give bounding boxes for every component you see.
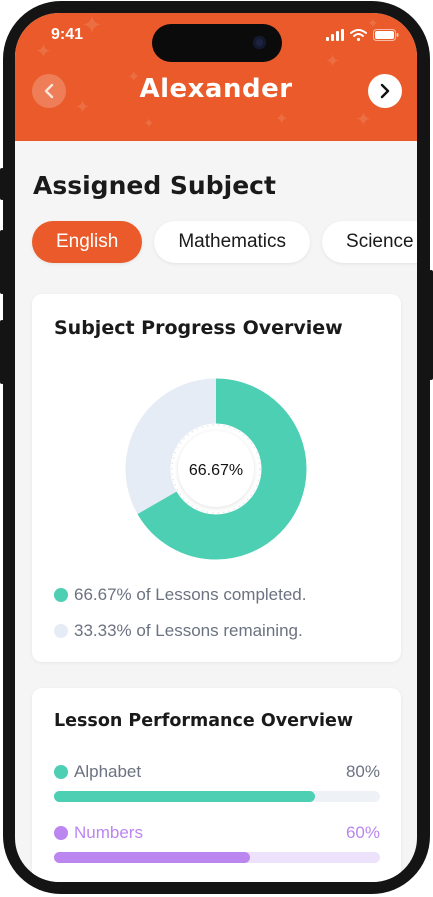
lesson-percent: 80% [345,762,380,781]
tab-english[interactable]: English [32,221,143,263]
progress-track [54,791,380,802]
progress-fill [54,791,315,802]
progress-track [54,852,380,863]
power-button [429,270,433,380]
completed-dot [54,588,68,602]
battery-icon [373,29,399,41]
progress-card: Subject Progress Overview 66.67% 66.67% … [32,294,401,662]
phone-mockup: ✦ ✦ ✦ ✦ ✦ ✦ ✦ ✦ ✦ 9:41 Alexander Assigne… [0,0,433,897]
card-title: Lesson Performance Overview [54,711,354,731]
legend-completed: 66.67% of Lessons completed. [54,585,306,605]
camera-icon [253,36,266,49]
lesson-row-numbers: Numbers 60% [54,823,380,863]
performance-card: Lesson Performance Overview Alphabet 80% [32,688,401,882]
volume-up-button [0,230,4,294]
screen: ✦ ✦ ✦ ✦ ✦ ✦ ✦ ✦ ✦ 9:41 Alexander Assigne… [15,13,417,882]
remaining-dot [54,624,68,638]
donut-center-label: 66.67% [189,462,243,479]
lesson-label: Numbers [54,823,143,843]
lesson-name: Alphabet [74,762,142,781]
wifi-icon [350,29,367,41]
tab-science[interactable]: Science [322,221,417,263]
chevron-right-icon [380,83,390,99]
legend-completed-text: 66.67% of Lessons completed. [74,585,307,604]
tab-mathematics[interactable]: Mathematics [154,221,311,263]
decor-star-icon: ✦ [325,51,341,72]
legend-remaining: 33.33% of Lessons remaining. [54,621,303,641]
dynamic-island [152,24,282,62]
numbers-dot [54,826,68,840]
side-button [0,168,4,200]
signal-icon [326,29,344,41]
section-title: Assigned Subject [33,171,276,200]
status-icons [326,29,399,41]
lesson-label: Alphabet [54,762,141,782]
card-title: Subject Progress Overview [54,317,343,339]
volume-down-button [0,320,4,384]
decor-star-icon: ✦ [81,13,103,41]
legend-remaining-text: 33.33% of Lessons remaining. [74,621,303,640]
subject-tabs: English Mathematics Science [32,221,417,263]
lesson-percent: 60% [345,823,380,842]
progress-fill [54,852,250,863]
decor-star-icon: ✦ [143,116,155,132]
lesson-name: Numbers [74,823,143,842]
donut-chart: 66.67% [125,378,307,560]
decor-star-icon: ✦ [35,39,52,63]
status-time: 9:41 [51,26,84,43]
alphabet-dot [54,765,68,779]
decor-star-icon: ✦ [355,107,372,131]
header: ✦ ✦ ✦ ✦ ✦ ✦ ✦ ✦ ✦ 9:41 Alexander [15,13,417,141]
page-title: Alexander [139,74,293,104]
lesson-row-alphabet: Alphabet 80% [54,762,380,802]
decor-star-icon: ✦ [275,109,289,128]
next-button[interactable] [368,74,402,108]
